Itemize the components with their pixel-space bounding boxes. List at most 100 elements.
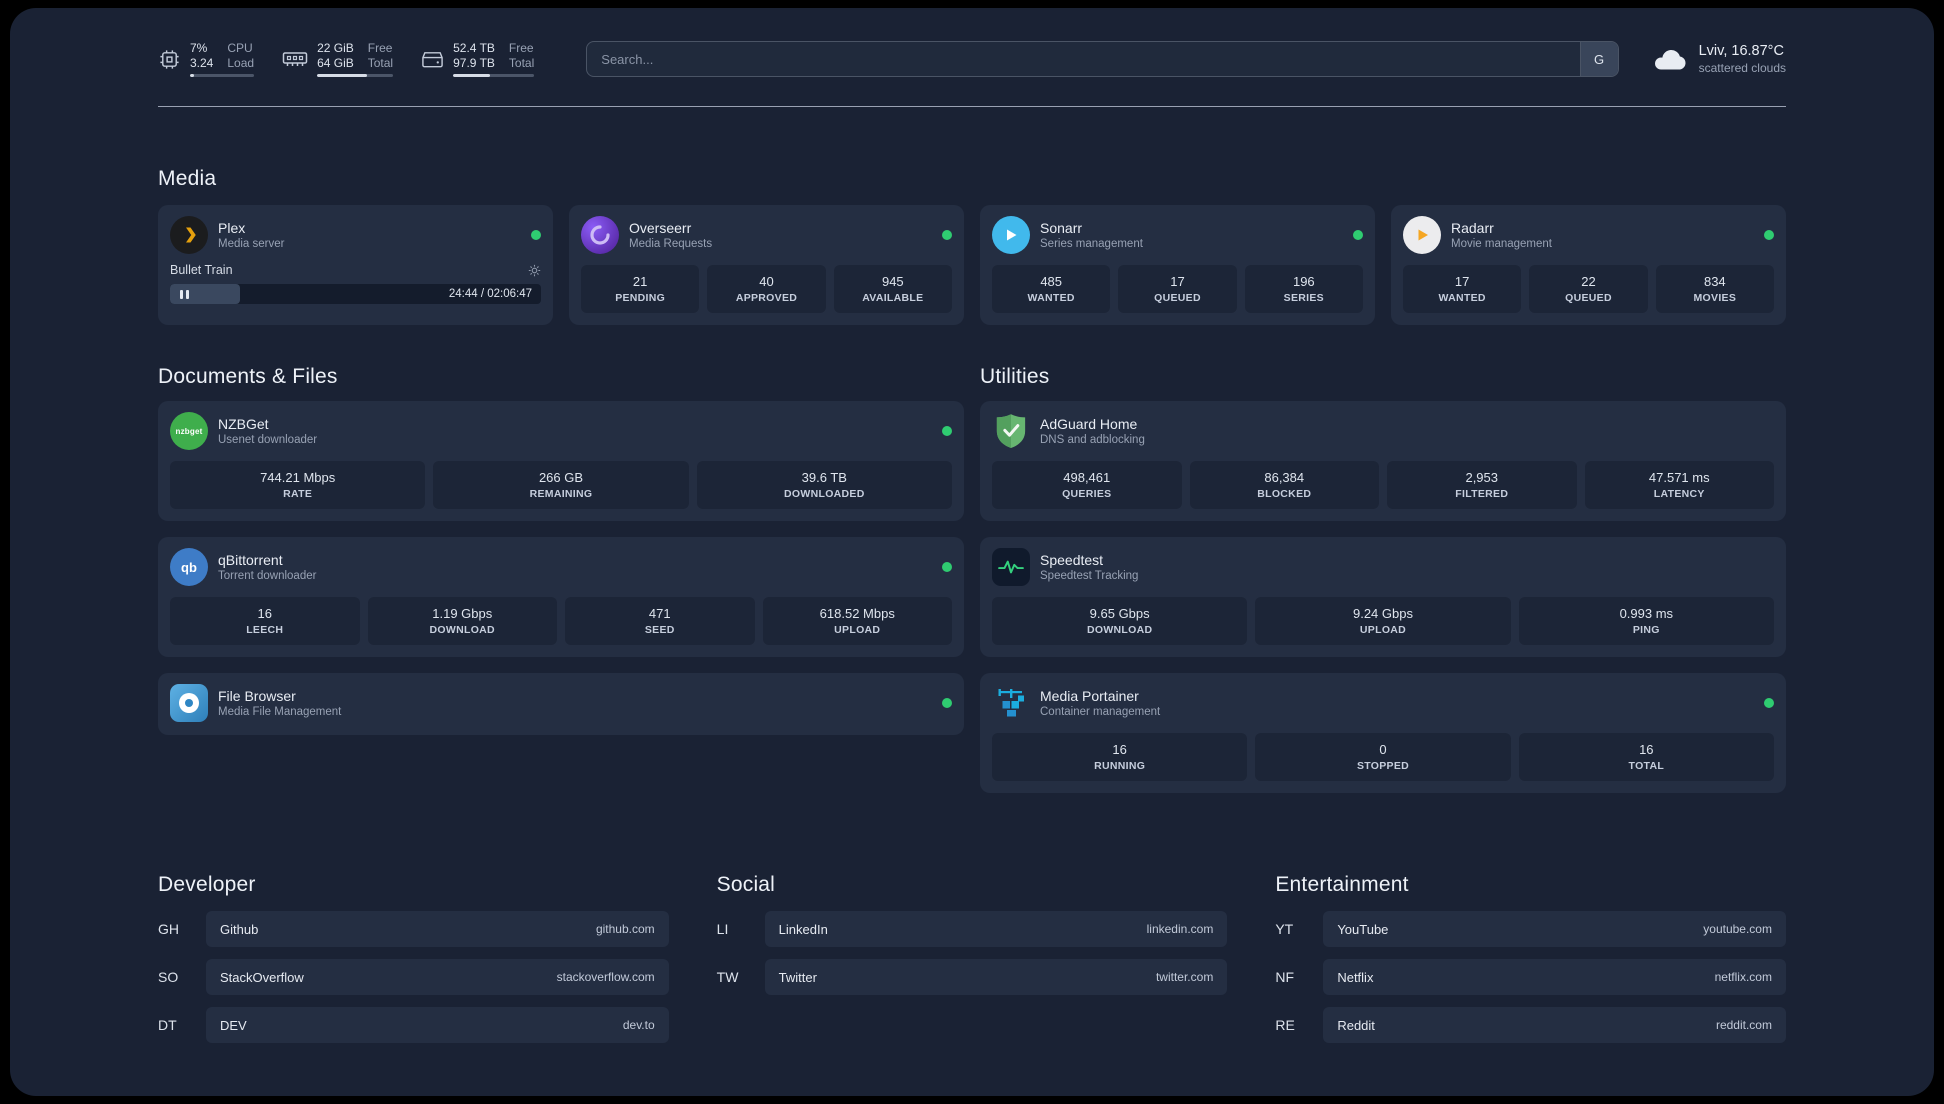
section-media: Media Plex Media server Bullet Train 24:… bbox=[158, 167, 1786, 325]
memory-widget: 22 GiB 64 GiB Free Total bbox=[282, 41, 394, 77]
bookmark-reddit[interactable]: RE Reddit reddit.com bbox=[1275, 1007, 1786, 1043]
bookmark-url: linkedin.com bbox=[1146, 922, 1214, 936]
service-link-nzbget[interactable]: nzbget NZBGet Usenet downloader bbox=[170, 412, 317, 450]
topbar-divider bbox=[158, 106, 1786, 107]
overseerr-icon bbox=[581, 216, 619, 254]
bookmark-abbr: DT bbox=[158, 1017, 177, 1033]
service-name: AdGuard Home bbox=[1040, 416, 1138, 432]
service-desc: Container management bbox=[1040, 706, 1161, 718]
speedtest-icon bbox=[992, 548, 1030, 586]
memory-total: 64 GiB bbox=[317, 56, 354, 70]
disk-usage-fill bbox=[453, 74, 491, 77]
service-name: Radarr bbox=[1451, 220, 1494, 236]
bookmark-github[interactable]: GH Github github.com bbox=[158, 911, 669, 947]
stat-tile: 618.52 Mbps UPLOAD bbox=[762, 597, 952, 645]
service-link-radarr[interactable]: Radarr Movie management bbox=[1403, 216, 1552, 254]
stat-tile: 0.993 ms PING bbox=[1518, 597, 1774, 645]
disk-readout: 52.4 TB 97.9 TB Free Total bbox=[453, 41, 535, 77]
service-link-adguard[interactable]: AdGuard Home DNS and adblocking bbox=[992, 412, 1145, 450]
service-card-qbittorrent: qb qBittorrent Torrent downloader 16 LEE… bbox=[158, 537, 964, 657]
service-desc: Media File Management bbox=[218, 706, 342, 718]
bookmark-twitter[interactable]: TW Twitter twitter.com bbox=[717, 959, 1228, 995]
weather-widget: Lviv, 16.87°C scattered clouds bbox=[1651, 43, 1786, 75]
status-dot bbox=[942, 426, 952, 436]
service-card-nzbget: nzbget NZBGet Usenet downloader 744.21 M… bbox=[158, 401, 964, 521]
bookmark-url: reddit.com bbox=[1715, 1018, 1772, 1032]
stat-tile: 485 WANTED bbox=[992, 265, 1111, 313]
service-name: qBittorrent bbox=[218, 552, 283, 568]
service-link-filebrowser[interactable]: File Browser Media File Management bbox=[170, 684, 341, 722]
service-name: Speedtest bbox=[1040, 552, 1104, 568]
bookmark-url: dev.to bbox=[622, 1018, 655, 1032]
bookmark-netflix[interactable]: NF Netflix netflix.com bbox=[1275, 959, 1786, 995]
service-card-sonarr: Sonarr Series management 485 WANTED 17 Q… bbox=[980, 205, 1375, 325]
bookmark-youtube[interactable]: YT YouTube youtube.com bbox=[1275, 911, 1786, 947]
bookmark-linkedin[interactable]: LI LinkedIn linkedin.com bbox=[717, 911, 1228, 947]
stat-tile: 9.65 Gbps DOWNLOAD bbox=[992, 597, 1248, 645]
stat-tile: 16 TOTAL bbox=[1518, 733, 1774, 781]
sonarr-icon bbox=[992, 216, 1030, 254]
cpu-icon bbox=[158, 48, 181, 71]
bookmark-name: StackOverflow bbox=[220, 969, 304, 985]
pause-icon[interactable] bbox=[180, 284, 189, 304]
bookmark-group-entertainment: Entertainment YT YouTube youtube.com NF … bbox=[1275, 873, 1786, 1043]
disk-total: 97.9 TB bbox=[453, 56, 495, 70]
cpu-percent: 7% bbox=[190, 41, 208, 55]
stat-tile: 2,953 FILTERED bbox=[1387, 461, 1577, 509]
service-card-portainer: Media Portainer Container management 16 … bbox=[980, 673, 1786, 793]
bookmark-abbr: RE bbox=[1275, 1017, 1295, 1033]
stat-tile: 16 LEECH bbox=[170, 597, 360, 645]
cpu-usage-bar bbox=[190, 74, 255, 77]
service-link-overseerr[interactable]: Overseerr Media Requests bbox=[581, 216, 712, 254]
stat-tile: 0 STOPPED bbox=[1255, 733, 1511, 781]
service-link-portainer[interactable]: Media Portainer Container management bbox=[992, 684, 1160, 722]
status-dot bbox=[531, 230, 541, 240]
search-provider-button[interactable]: G bbox=[1579, 42, 1618, 76]
cpu-load-label: Load bbox=[227, 56, 255, 70]
service-desc: Series management bbox=[1040, 238, 1143, 250]
disk-icon bbox=[421, 48, 444, 71]
section-title-utilities: Utilities bbox=[980, 365, 1050, 388]
service-desc: DNS and adblocking bbox=[1040, 434, 1145, 446]
bookmark-name: Github bbox=[220, 921, 259, 937]
qbittorrent-icon: qb bbox=[170, 548, 208, 586]
radarr-icon bbox=[1403, 216, 1441, 254]
service-desc: Speedtest Tracking bbox=[1040, 570, 1139, 582]
bookmark-url: stackoverflow.com bbox=[556, 970, 655, 984]
search-input[interactable] bbox=[586, 41, 1619, 77]
stat-tile: 945 AVAILABLE bbox=[833, 265, 952, 313]
stat-tile: 1.19 Gbps DOWNLOAD bbox=[367, 597, 557, 645]
disk-free: 52.4 TB bbox=[453, 41, 495, 55]
filebrowser-icon bbox=[170, 684, 208, 722]
service-link-speedtest[interactable]: Speedtest Speedtest Tracking bbox=[992, 548, 1138, 586]
service-name: Sonarr bbox=[1040, 220, 1083, 236]
bookmark-abbr: NF bbox=[1275, 969, 1294, 985]
service-link-plex[interactable]: Plex Media server bbox=[170, 216, 284, 254]
section-title-media: Media bbox=[158, 167, 217, 190]
stat-tile: 266 GB REMAINING bbox=[433, 461, 689, 509]
disk-usage-bar bbox=[453, 74, 535, 77]
bookmark-name: DEV bbox=[220, 1017, 247, 1033]
stat-tile: 17 QUEUED bbox=[1118, 265, 1237, 313]
bookmark-name: Reddit bbox=[1337, 1017, 1375, 1033]
stat-tile: 40 APPROVED bbox=[707, 265, 826, 313]
playback-progress-bar[interactable]: 24:44 / 02:06:47 bbox=[170, 284, 541, 304]
bookmark-url: twitter.com bbox=[1155, 970, 1214, 984]
service-link-sonarr[interactable]: Sonarr Series management bbox=[992, 216, 1143, 254]
service-link-qbittorrent[interactable]: qb qBittorrent Torrent downloader bbox=[170, 548, 316, 586]
gear-icon[interactable] bbox=[528, 264, 541, 277]
status-dot bbox=[1764, 230, 1774, 240]
service-desc: Media Requests bbox=[629, 238, 713, 250]
now-playing-widget: Bullet Train 24:44 / 02:06:47 bbox=[170, 263, 541, 304]
section-title-developer: Developer bbox=[158, 873, 256, 896]
bookmark-dev[interactable]: DT DEV dev.to bbox=[158, 1007, 669, 1043]
cpu-readout: 7% 3.24 CPU Load bbox=[190, 41, 255, 77]
bookmark-stackoverflow[interactable]: SO StackOverflow stackoverflow.com bbox=[158, 959, 669, 995]
bookmark-abbr: SO bbox=[158, 969, 179, 985]
disk-total-label: Total bbox=[508, 56, 535, 70]
bookmark-name: Twitter bbox=[778, 969, 817, 985]
disk-widget: 52.4 TB 97.9 TB Free Total bbox=[421, 41, 535, 77]
plex-icon bbox=[170, 216, 208, 254]
stat-tile: 471 SEED bbox=[565, 597, 755, 645]
adguard-icon bbox=[992, 412, 1030, 450]
